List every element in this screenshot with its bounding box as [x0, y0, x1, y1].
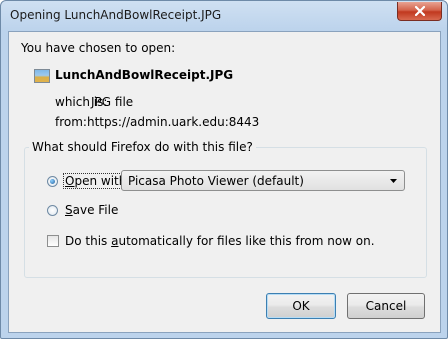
application-select-value: Picasa Photo Viewer (default)	[128, 174, 304, 188]
intro-text: You have chosen to open:	[21, 41, 176, 55]
image-file-icon	[34, 69, 50, 83]
action-group-legend: What should Firefox do with this file?	[29, 140, 256, 154]
save-file-accel: S	[65, 203, 73, 217]
window-title: Opening LunchAndBowlReceipt.JPG	[10, 8, 222, 22]
open-with-label[interactable]: Open with	[63, 173, 129, 189]
auto-action-checkbox[interactable]	[47, 235, 59, 247]
dialog-window: Opening LunchAndBowlReceipt.JPG You have…	[0, 0, 448, 339]
save-file-radio[interactable]	[47, 205, 58, 216]
chevron-down-icon	[390, 179, 397, 183]
file-name: LunchAndBowlReceipt.JPG	[55, 68, 234, 82]
save-file-label[interactable]: Save File	[65, 203, 118, 217]
cancel-button[interactable]: Cancel	[347, 293, 425, 319]
close-button[interactable]	[397, 2, 442, 21]
open-with-radio[interactable]	[47, 176, 58, 187]
title-bar[interactable]: Opening LunchAndBowlReceipt.JPG	[1, 1, 447, 31]
auto-action-label[interactable]: Do this automatically for files like thi…	[65, 234, 375, 248]
dialog-content: You have chosen to open: LunchAndBowlRec…	[8, 31, 441, 333]
application-select[interactable]: Picasa Photo Viewer (default)	[121, 170, 405, 191]
file-source-label: from:	[55, 115, 87, 129]
close-icon	[414, 6, 425, 16]
file-type-value: JPG file	[91, 95, 134, 109]
ok-button[interactable]: OK	[266, 293, 336, 319]
file-source-value: https://admin.uark.edu:8443	[87, 115, 260, 129]
